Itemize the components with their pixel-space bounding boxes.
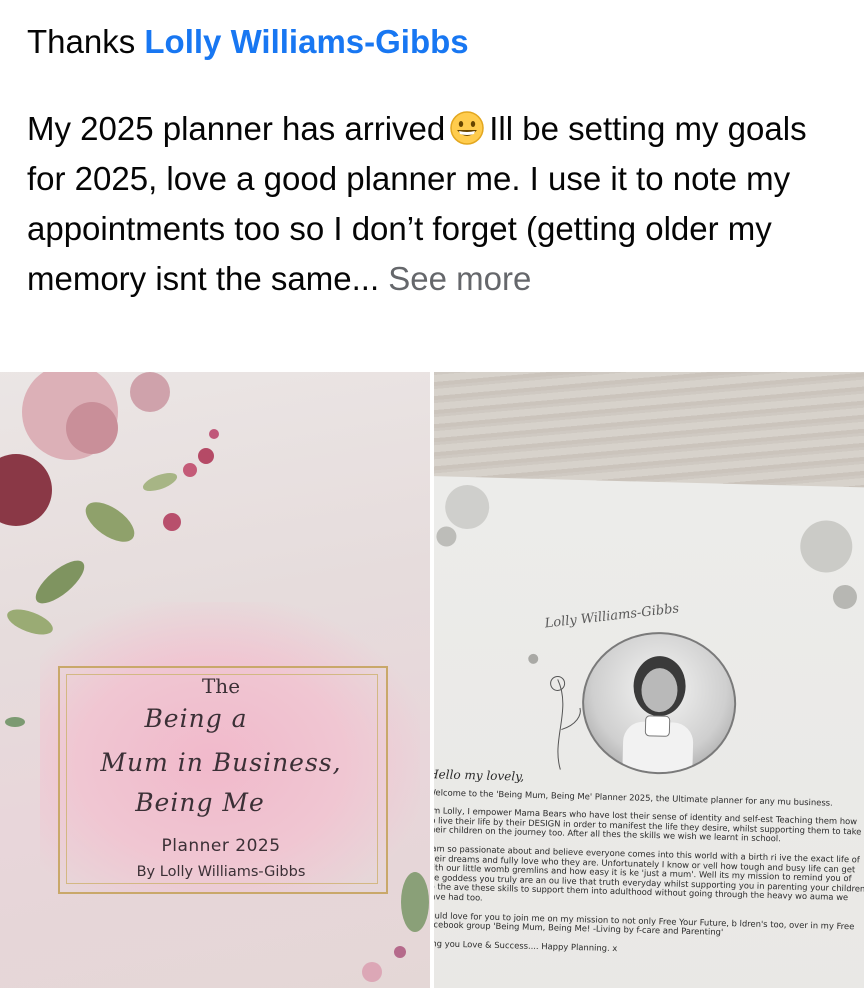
letter-paragraph: vould love for you to join me on my miss…: [434, 910, 855, 938]
cover-line3: Being Me: [135, 788, 265, 817]
post-body-part1: My 2025 planner has arrived: [27, 110, 446, 147]
cover-planner-year: Planner 2025: [161, 836, 281, 856]
cover-line2: Mum in Business,: [100, 748, 342, 777]
see-more-link[interactable]: See more: [388, 260, 531, 297]
photo-planner-welcome-page[interactable]: Lolly Williams-Gibbs Hello my lovely, We…: [434, 372, 864, 988]
planner-page: Lolly Williams-Gibbs Hello my lovely, We…: [434, 476, 864, 988]
letter-paragraph: Welcome to the 'Being Mum, Being Me' Pla…: [434, 787, 833, 808]
grinning-face-emoji-icon: [449, 110, 485, 146]
tagged-user-link[interactable]: Lolly Williams-Gibbs: [144, 23, 468, 60]
post-body: My 2025 planner has arrived Ill be settin…: [27, 104, 847, 304]
wooden-background: [434, 372, 864, 492]
letter-signoff: hing you Love & Success.... Happy Planni…: [434, 938, 618, 953]
post-text: Thanks Lolly Williams-Gibbs My 2025 plan…: [27, 18, 847, 304]
thanks-prefix: Thanks: [27, 23, 136, 60]
cover-line1: Being a: [144, 704, 248, 733]
cover-author: By Lolly Williams-Gibbs: [136, 864, 306, 880]
letter-paragraph: I'm Lolly, I empower Mama Bears who have…: [434, 806, 862, 844]
welcome-letter: Hello my lovely, Welcome to the 'Being M…: [434, 767, 864, 969]
photo-grid: The Being a Mum in Business, Being Me Pl…: [0, 372, 864, 988]
photo-planner-cover[interactable]: The Being a Mum in Business, Being Me Pl…: [0, 372, 430, 988]
portrait-figure: [622, 656, 694, 777]
letter-paragraph: I am so passionate about and believe eve…: [434, 844, 864, 903]
floral-line-art: [550, 675, 581, 770]
cover-the: The: [201, 674, 241, 698]
thanks-line: Thanks Lolly Williams-Gibbs: [27, 18, 847, 66]
